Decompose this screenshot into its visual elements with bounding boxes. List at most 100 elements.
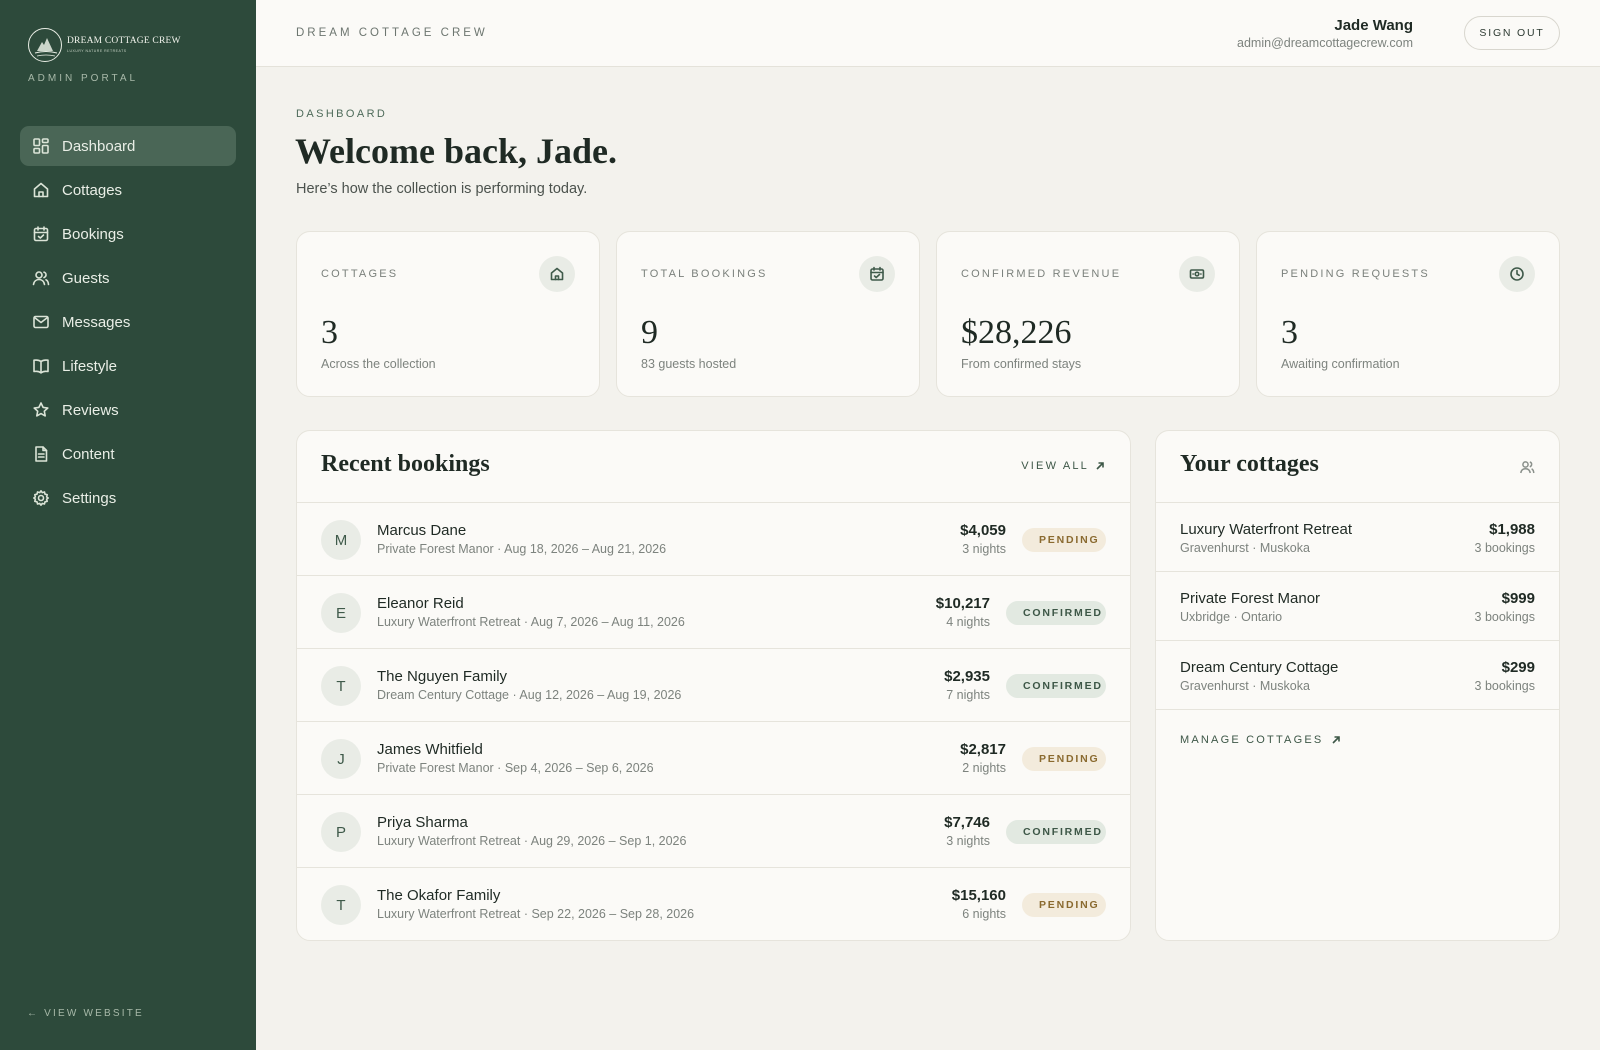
- cottage-name: Private Forest Manor: [1180, 590, 1321, 607]
- sidebar-item-messages[interactable]: Messages: [20, 302, 236, 342]
- cottage-location: Uxbridge · Ontario: [1180, 610, 1283, 624]
- sidebar-item-lifestyle[interactable]: Lifestyle: [20, 346, 236, 386]
- stat-card-cottages: COTTAGES 3 Across the collection: [296, 231, 600, 397]
- logo-mark-icon: [28, 28, 62, 62]
- sidebar-item-dashboard[interactable]: Dashboard: [20, 126, 236, 166]
- cottage-location: Gravenhurst · Muskoka: [1180, 541, 1310, 555]
- avatar: T: [321, 666, 361, 706]
- sidebar-item-label: Bookings: [62, 225, 124, 243]
- booking-row[interactable]: M Marcus Dane Private Forest Manor · Aug…: [297, 503, 1130, 576]
- user-name: Jade Wang: [1334, 17, 1413, 34]
- view-website-link[interactable]: ← VIEW WEBSITE: [27, 1008, 144, 1019]
- panel-header: Your cottages: [1156, 431, 1559, 503]
- cottage-name: Luxury Waterfront Retreat: [1180, 521, 1353, 538]
- status-label: CONFIRMED: [1023, 680, 1103, 692]
- stat-value: 9: [641, 314, 658, 351]
- users-icon: [32, 271, 50, 286]
- status-label: CONFIRMED: [1023, 607, 1103, 619]
- stat-label: CONFIRMED REVENUE: [961, 268, 1122, 280]
- booking-row[interactable]: E Eleanor Reid Luxury Waterfront Retreat…: [297, 576, 1130, 649]
- booking-nights: 4 nights: [946, 615, 990, 629]
- booking-row[interactable]: T The Nguyen Family Dream Century Cottag…: [297, 649, 1130, 722]
- booking-amount: $2,817: [960, 741, 1006, 758]
- avatar: J: [321, 739, 361, 779]
- star-icon: [33, 402, 49, 417]
- stat-caption: 83 guests hosted: [641, 357, 737, 371]
- sidebar-item-settings[interactable]: Settings: [20, 478, 236, 518]
- book-icon: [33, 359, 49, 374]
- sidebar-item-reviews[interactable]: Reviews: [20, 390, 236, 430]
- status-badge: PENDING: [1022, 893, 1106, 917]
- booking-row[interactable]: J James Whitfield Private Forest Manor ·…: [297, 722, 1130, 795]
- avatar: P: [321, 812, 361, 852]
- users-icon[interactable]: [1519, 459, 1535, 475]
- sidebar-item-label: Guests: [62, 269, 110, 287]
- status-label: PENDING: [1039, 899, 1100, 911]
- cottage-row[interactable]: Private Forest Manor Uxbridge · Ontario …: [1156, 572, 1559, 641]
- stat-card-pending-requests: PENDING REQUESTS 3 Awaiting confirmation: [1256, 231, 1560, 397]
- manage-cottages-label: MANAGE COTTAGES: [1180, 734, 1324, 746]
- sidebar-item-content[interactable]: Content: [20, 434, 236, 474]
- cottage-row[interactable]: Luxury Waterfront Retreat Gravenhurst · …: [1156, 503, 1559, 572]
- booking-detail: Luxury Waterfront Retreat · Aug 29, 2026…: [377, 834, 687, 848]
- status-badge: PENDING: [1022, 528, 1106, 552]
- booking-detail: Luxury Waterfront Retreat · Sep 22, 2026…: [377, 907, 695, 921]
- guest-name: The Nguyen Family: [377, 668, 508, 685]
- stat-caption: Awaiting confirmation: [1281, 357, 1400, 371]
- status-badge: CONFIRMED: [1006, 674, 1106, 698]
- sidebar-item-guests[interactable]: Guests: [20, 258, 236, 298]
- booking-amount: $10,217: [935, 595, 990, 612]
- cottage-price: $999: [1501, 590, 1535, 607]
- status-label: CONFIRMED: [1023, 826, 1103, 838]
- stat-value: 3: [1281, 314, 1298, 351]
- guest-name: Priya Sharma: [377, 814, 468, 831]
- stat-value: $28,226: [961, 314, 1072, 351]
- view-all-link[interactable]: VIEW ALL: [1021, 460, 1105, 472]
- booking-row[interactable]: T The Okafor Family Luxury Waterfront Re…: [297, 868, 1130, 940]
- stat-card-total-bookings: TOTAL BOOKINGS 9 83 guests hosted: [616, 231, 920, 397]
- page-subtitle: Here’s how the collection is performing …: [296, 181, 588, 197]
- avatar: M: [321, 520, 361, 560]
- arrow-up-right-icon: [1332, 736, 1341, 744]
- booking-detail: Private Forest Manor · Sep 4, 2026 – Sep…: [377, 761, 654, 775]
- cottage-bookings: 3 bookings: [1474, 541, 1535, 555]
- clock-icon: [1499, 256, 1535, 292]
- sidebar-item-cottages[interactable]: Cottages: [20, 170, 236, 210]
- sidebar: DREAM COTTAGE CREW LUXURY NATURE RETREAT…: [0, 0, 256, 1050]
- avatar: T: [321, 885, 361, 925]
- stat-caption: From confirmed stays: [961, 357, 1082, 371]
- booking-nights: 6 nights: [962, 907, 1006, 921]
- status-badge: PENDING: [1022, 747, 1106, 771]
- booking-amount: $7,746: [944, 814, 990, 831]
- brand-logo[interactable]: DREAM COTTAGE CREW LUXURY NATURE RETREAT…: [28, 28, 181, 62]
- cottage-price: $299: [1501, 659, 1535, 676]
- panel-title: Recent bookings: [321, 451, 490, 477]
- stat-card-confirmed-revenue: CONFIRMED REVENUE $28,226 From confirmed…: [936, 231, 1240, 397]
- cottage-row[interactable]: Dream Century Cottage Gravenhurst · Musk…: [1156, 641, 1559, 710]
- guest-name: Marcus Dane: [377, 522, 467, 539]
- sidebar-item-bookings[interactable]: Bookings: [20, 214, 236, 254]
- sidebar-item-label: Dashboard: [62, 137, 136, 155]
- booking-row[interactable]: P Priya Sharma Luxury Waterfront Retreat…: [297, 795, 1130, 868]
- booking-nights: 3 nights: [946, 834, 990, 848]
- page-eyebrow: DASHBOARD: [296, 108, 388, 120]
- sidebar-item-label: Settings: [62, 489, 117, 507]
- cottage-bookings: 3 bookings: [1474, 679, 1535, 693]
- sign-out-button[interactable]: SIGN OUT: [1464, 16, 1560, 50]
- header-brand: DREAM COTTAGE CREW: [296, 27, 488, 39]
- manage-cottages-link[interactable]: MANAGE COTTAGES: [1180, 734, 1341, 746]
- avatar: E: [321, 593, 361, 633]
- stat-label: PENDING REQUESTS: [1281, 268, 1430, 280]
- sidebar-item-label: Lifestyle: [62, 357, 118, 375]
- your-cottages-panel: Your cottages Luxury Waterfront Retreat …: [1155, 430, 1560, 941]
- document-icon: [35, 446, 48, 462]
- arrow-up-right-icon: [1096, 462, 1104, 470]
- booking-amount: $4,059: [960, 522, 1006, 539]
- stat-label: COTTAGES: [321, 268, 399, 280]
- panel-title: Your cottages: [1180, 451, 1319, 477]
- calendar-icon: [33, 226, 49, 242]
- home-icon: [33, 182, 49, 198]
- cottage-bookings: 3 bookings: [1474, 610, 1535, 624]
- guest-name: The Okafor Family: [377, 887, 501, 904]
- page-title: Welcome back, Jade.: [295, 131, 617, 171]
